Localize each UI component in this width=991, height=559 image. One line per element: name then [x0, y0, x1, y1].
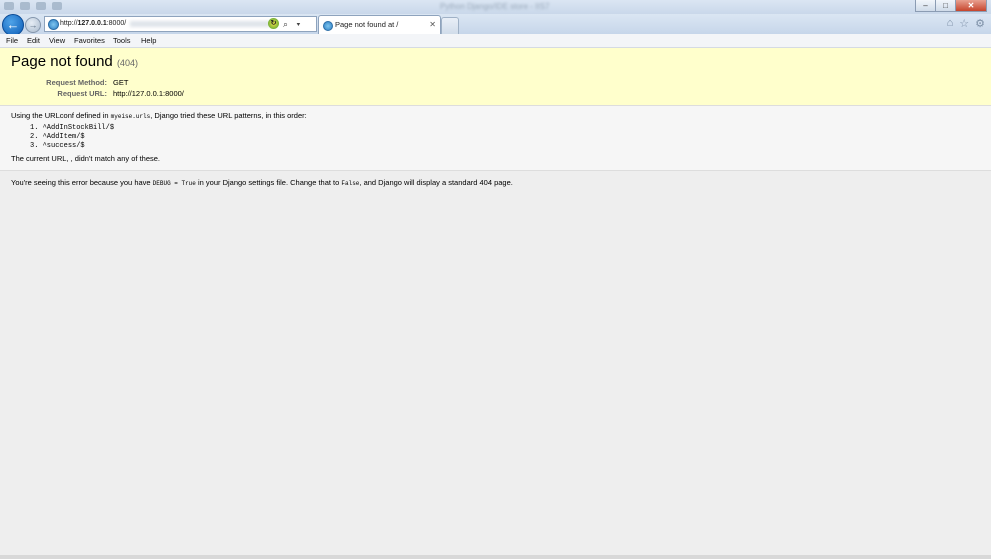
- page-content: Page not found (404) Request Method: GET…: [0, 48, 991, 555]
- address-url[interactable]: http://127.0.0.1:8000/: [60, 17, 126, 31]
- list-item: 2. ^AddItem/$: [30, 133, 85, 141]
- address-bar[interactable]: http://127.0.0.1:8000/ ↻ ⌕ ▾ ↻: [44, 16, 317, 43]
- minimize-button[interactable]: –: [915, 0, 936, 12]
- menu-help[interactable]: Help: [141, 34, 156, 47]
- gear-icon[interactable]: ⚙: [975, 17, 985, 30]
- list-item: 3. ^success/$: [30, 142, 85, 150]
- app-icon: [4, 2, 14, 10]
- tab-page-not-found[interactable]: Page not found at / ✕: [318, 15, 441, 35]
- request-url-label: Request URL:: [57, 89, 107, 98]
- window-titlebar: Python Django/IDE store - IIS7 – □ ✕: [0, 0, 991, 14]
- maximize-button[interactable]: □: [935, 0, 956, 12]
- navigation-bar: ← → http://127.0.0.1:8000/ ↻ ⌕ ▾ ↻ Page …: [0, 14, 991, 43]
- browser-toolbar-icons: ⌂ ☆ ⚙: [947, 17, 985, 30]
- menu-tools[interactable]: Tools: [113, 34, 131, 47]
- menu-edit[interactable]: Edit: [27, 34, 40, 47]
- menu-bar: File Edit View Favorites Tools Help: [0, 34, 991, 48]
- tab-close-icon[interactable]: ✕: [429, 16, 436, 34]
- undo-icon[interactable]: [36, 2, 46, 10]
- window-bottom-border: [0, 555, 991, 559]
- back-button[interactable]: ←: [2, 14, 24, 36]
- compatibility-view-icon[interactable]: ↻: [268, 18, 279, 29]
- forward-button[interactable]: →: [25, 17, 41, 33]
- save-icon[interactable]: [20, 2, 30, 10]
- page-title: Page not found (404): [11, 53, 138, 70]
- request-method-label: Request Method:: [46, 78, 107, 87]
- debug-explanation: You're seeing this error because you hav…: [11, 178, 513, 187]
- error-info: Using the URLconf defined in myeise.urls…: [0, 106, 991, 171]
- home-icon[interactable]: ⌂: [947, 17, 954, 30]
- menu-file[interactable]: File: [6, 34, 18, 47]
- address-blurred-region: [130, 21, 270, 27]
- error-summary: Page not found (404) Request Method: GET…: [0, 48, 991, 106]
- quick-access-toolbar: [4, 2, 62, 10]
- request-method-value: GET: [113, 78, 129, 87]
- tab-label: Page not found at /: [335, 20, 399, 29]
- current-url-message: The current URL, , didn't match any of t…: [11, 154, 161, 163]
- ie-favicon-icon: [48, 19, 59, 30]
- redo-icon[interactable]: [52, 2, 62, 10]
- tab-favicon-icon: [323, 21, 333, 31]
- arrow-left-icon: ←: [6, 17, 20, 32]
- window-controls: – □ ✕: [915, 0, 987, 12]
- star-icon[interactable]: ☆: [959, 17, 969, 30]
- window-title: Python Django/IDE store - IIS7: [440, 2, 550, 11]
- menu-favorites[interactable]: Favorites: [74, 34, 105, 47]
- arrow-right-icon: →: [28, 20, 38, 30]
- menu-view[interactable]: View: [49, 34, 65, 47]
- new-tab-button[interactable]: [441, 17, 459, 35]
- list-item: 1. ^AddInStockBill/$: [30, 124, 115, 132]
- urlconf-message: Using the URLconf defined in myeise.urls…: [11, 111, 307, 120]
- request-url-value: http://127.0.0.1:8000/: [113, 89, 184, 98]
- status-code: (404): [116, 58, 138, 68]
- close-button[interactable]: ✕: [955, 0, 987, 12]
